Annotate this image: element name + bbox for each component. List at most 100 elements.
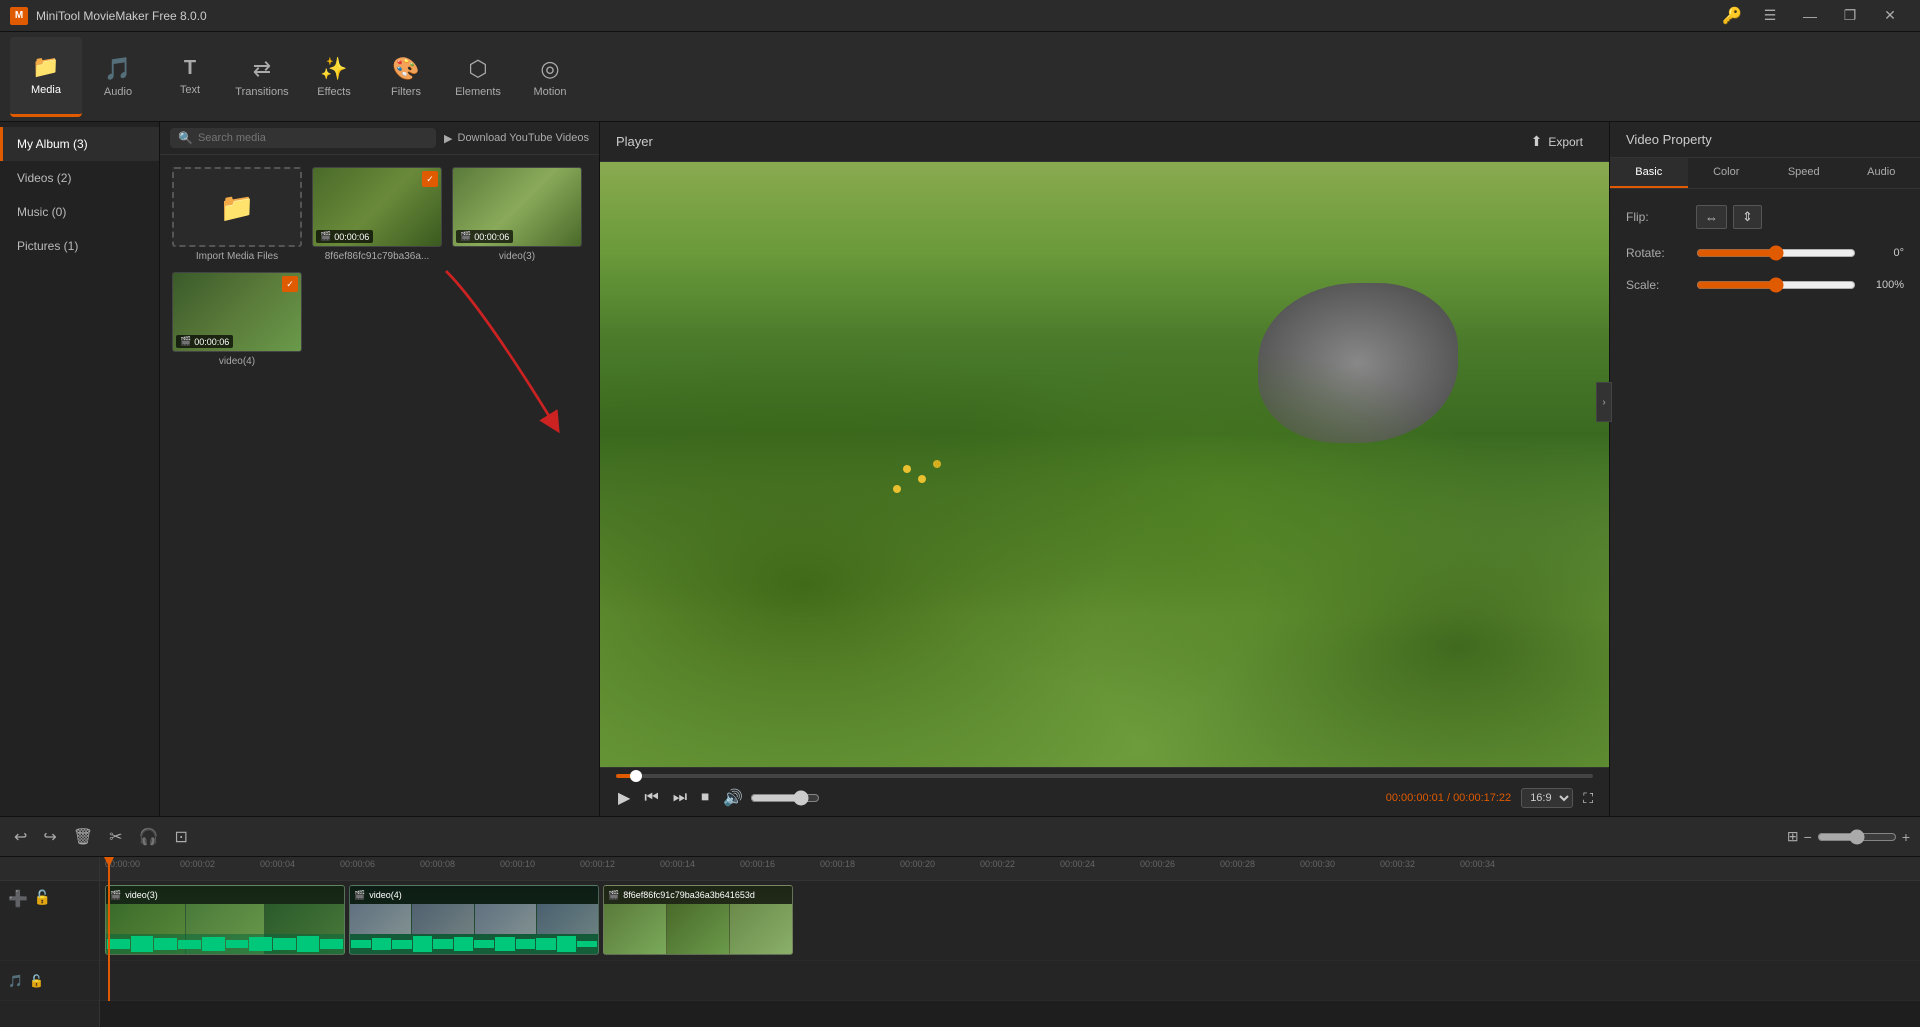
timeline: ↩ ↪ 🗑 ✂ 🎧 ⊡ ⊞ − + ➕ 🔓 🎵 🔓 xyxy=(0,817,1920,1027)
scale-slider-row: 100% xyxy=(1696,277,1904,293)
progress-bar[interactable] xyxy=(616,774,1593,778)
wave2-8 xyxy=(495,937,515,951)
toolbar-motion[interactable]: ◎ Motion xyxy=(514,37,586,117)
clip-waveform xyxy=(106,934,344,954)
prop-tab-basic[interactable]: Basic xyxy=(1610,158,1688,188)
redo-btn[interactable]: ↪ xyxy=(39,823,60,851)
thumb3-strip-1 xyxy=(604,904,666,954)
toolbar-audio[interactable]: 🎵 Audio xyxy=(82,37,154,117)
zoom-out-btn[interactable]: − xyxy=(1804,829,1812,845)
media-thumb-3[interactable]: 🎬 00:00:06 ✓ xyxy=(172,272,302,352)
volume-slider[interactable] xyxy=(750,790,820,806)
export-button[interactable]: ⬆ Export xyxy=(1521,129,1593,154)
crop-btn[interactable]: ⊡ xyxy=(170,823,191,851)
next-frame-button[interactable]: ⏭ xyxy=(671,787,689,809)
prop-tab-color[interactable]: Color xyxy=(1688,158,1766,188)
prop-tab-speed[interactable]: Speed xyxy=(1765,158,1843,188)
aspect-ratio-select[interactable]: 16:9 4:3 1:1 9:16 xyxy=(1521,788,1573,808)
split-audio-btn[interactable]: 🎧 xyxy=(135,823,163,851)
toolbar-effects[interactable]: ✨ Effects xyxy=(298,37,370,117)
wave2-4 xyxy=(413,936,433,952)
search-icon: 🔍 xyxy=(178,131,193,145)
search-box[interactable]: 🔍 xyxy=(170,128,436,148)
clip-8f6ef[interactable]: 🎬 8f6ef86fc91c79ba36a3b641653d xyxy=(603,885,793,955)
zoom-fit-btn[interactable]: ⊞ xyxy=(1787,828,1799,845)
play-button[interactable]: ▶ xyxy=(616,786,632,810)
clip-video4-body xyxy=(350,904,598,954)
download-youtube-btn[interactable]: ▶ Download YouTube Videos xyxy=(444,132,589,145)
prev-frame-button[interactable]: ⏮ xyxy=(642,787,660,809)
wave2-9 xyxy=(516,939,536,949)
lock-track-icon[interactable]: 🔓 xyxy=(34,889,51,906)
menu-btn[interactable]: ☰ xyxy=(1750,0,1790,32)
zoom-slider[interactable] xyxy=(1817,829,1897,845)
cut-btn[interactable]: ✂ xyxy=(105,823,126,851)
video-icon-3: 🎬 xyxy=(180,336,191,347)
track-label-video: ➕ 🔓 xyxy=(0,881,99,961)
media-name-2: video(3) xyxy=(452,251,582,262)
toolbar-transitions[interactable]: ⇄ Transitions xyxy=(226,37,298,117)
timeline-content[interactable]: 00:00:00 00:00:02 00:00:04 00:00:06 00:0… xyxy=(100,857,1920,1027)
import-thumb[interactable]: 📁 xyxy=(172,167,302,247)
ruler-mark-17: 00:00:34 xyxy=(1460,859,1495,869)
media-icon: 📁 xyxy=(32,54,59,80)
volume-area: 🔊 xyxy=(721,786,820,810)
restore-btn[interactable]: ❐ xyxy=(1830,0,1870,32)
wave-1 xyxy=(107,939,130,950)
zoom-in-btn[interactable]: + xyxy=(1902,829,1910,845)
clip-video3[interactable]: 🎬 video(3) xyxy=(105,885,345,955)
undo-btn[interactable]: ↩ xyxy=(10,823,31,851)
toolbar-text[interactable]: T Text xyxy=(154,37,226,117)
left-panel: My Album (3) Videos (2) Music (0) Pictur… xyxy=(0,122,600,816)
wave2-2 xyxy=(372,938,392,951)
ruler-mark-16: 00:00:32 xyxy=(1380,859,1415,869)
delete-btn[interactable]: 🗑 xyxy=(69,823,97,851)
flip-horizontal-btn[interactable]: ⇔ xyxy=(1696,205,1727,229)
close-btn[interactable]: ✕ xyxy=(1870,0,1910,32)
lock-audio-icon[interactable]: 🔓 xyxy=(29,974,44,988)
wave-3 xyxy=(154,938,177,951)
export-icon: ⬆ xyxy=(1531,133,1543,150)
sidebar-item-videos[interactable]: Videos (2) xyxy=(0,161,159,195)
volume-icon[interactable]: 🔊 xyxy=(721,786,745,810)
wave2-10 xyxy=(536,938,556,950)
fullscreen-button[interactable]: ⛶ xyxy=(1583,790,1593,807)
minimize-btn[interactable]: — xyxy=(1790,0,1830,32)
scale-label: Scale: xyxy=(1626,278,1686,292)
scale-slider[interactable] xyxy=(1696,277,1856,293)
media-item-3[interactable]: 🎬 00:00:06 ✓ video(4) xyxy=(172,272,302,367)
media-item-1[interactable]: 🎬 00:00:06 ✓ 8f6ef86fc91c79ba36a... xyxy=(312,167,442,262)
player-label: Player xyxy=(616,134,653,149)
rotate-slider[interactable] xyxy=(1696,245,1856,261)
wave-4 xyxy=(178,940,201,949)
playhead[interactable] xyxy=(108,857,110,1001)
music-track-icon: 🎵 xyxy=(8,974,23,988)
clip-video4-header: 🎬 video(4) xyxy=(350,886,598,904)
stop-button[interactable]: ⏹ xyxy=(699,787,711,809)
prop-tab-audio[interactable]: Audio xyxy=(1843,158,1920,188)
media-thumb-2[interactable]: 🎬 00:00:06 xyxy=(452,167,582,247)
sidebar-item-music[interactable]: Music (0) xyxy=(0,195,159,229)
sidebar-item-myalbum[interactable]: My Album (3) xyxy=(0,127,159,161)
thumb2-strip-3 xyxy=(475,904,536,934)
clip-icon-3: 🎬 xyxy=(608,890,619,901)
sidebar-item-pictures[interactable]: Pictures (1) xyxy=(0,229,159,263)
ruler-mark-14: 00:00:28 xyxy=(1220,859,1255,869)
timeline-toolbar: ↩ ↪ 🗑 ✂ 🎧 ⊡ ⊞ − + xyxy=(0,817,1920,857)
media-item-2[interactable]: 🎬 00:00:06 video(3) xyxy=(452,167,582,262)
add-track-icon[interactable]: ➕ xyxy=(8,889,28,909)
clip-icon: 🎬 xyxy=(110,890,121,901)
media-thumb-1[interactable]: 🎬 00:00:06 ✓ xyxy=(312,167,442,247)
import-media-item[interactable]: 📁 Import Media Files xyxy=(172,167,302,262)
flip-vertical-btn[interactable]: ⇕ xyxy=(1733,205,1762,229)
toolbar-filters[interactable]: 🎨 Filters xyxy=(370,37,442,117)
check-badge-1: ✓ xyxy=(422,171,438,187)
panel-collapse-btn[interactable]: › xyxy=(1596,382,1612,422)
clip-video4[interactable]: 🎬 video(4) xyxy=(349,885,599,955)
clip-8f6ef-header: 🎬 8f6ef86fc91c79ba36a3b641653d xyxy=(604,886,792,904)
player-header: Player ⬆ Export xyxy=(600,122,1609,162)
toolbar-media[interactable]: 📁 Media xyxy=(10,37,82,117)
toolbar-elements[interactable]: ⬡ Elements xyxy=(442,37,514,117)
youtube-icon: ▶ xyxy=(444,132,452,145)
search-input[interactable] xyxy=(198,132,428,144)
